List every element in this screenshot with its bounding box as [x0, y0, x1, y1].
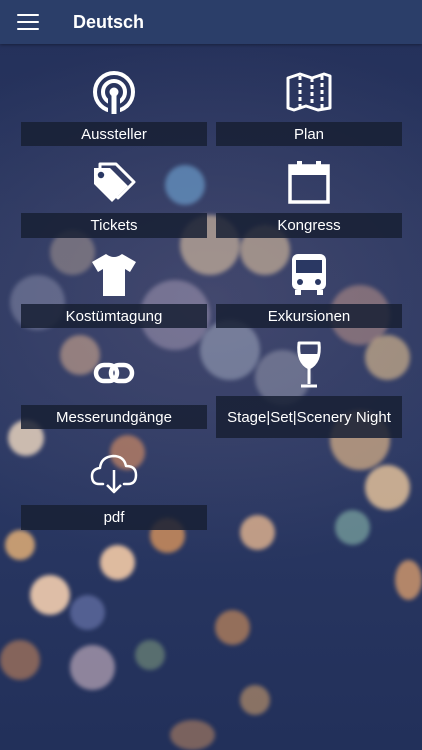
tile-label: Aussteller — [21, 122, 207, 146]
app-title: Deutsch — [73, 11, 145, 32]
broadcast-icon — [21, 70, 207, 114]
cloud-download-icon — [21, 452, 207, 496]
tile-exkursionen[interactable]: Exkursionen — [216, 250, 402, 328]
tile-label: Exkursionen — [216, 304, 402, 328]
tile-tickets[interactable]: Tickets — [21, 160, 207, 238]
tile-kostuemtagung[interactable]: Kostümtagung — [21, 250, 207, 328]
top-app-bar: Deutsch — [0, 0, 422, 44]
wine-glass-icon — [216, 340, 402, 390]
tile-pdf[interactable]: pdf — [21, 450, 207, 530]
tile-stage-set-scenery-night[interactable]: Stage|Set|Scenery Night — [216, 340, 402, 438]
tags-icon — [21, 160, 207, 206]
tshirt-icon — [21, 252, 207, 296]
map-icon — [216, 72, 402, 112]
tile-messerundgaenge[interactable]: Messerundgänge — [21, 340, 207, 430]
tile-label: Stage|Set|Scenery Night — [216, 396, 402, 438]
tile-aussteller[interactable]: Aussteller — [21, 70, 207, 146]
link-icon — [21, 360, 207, 386]
calendar-icon — [216, 160, 402, 206]
tile-label: Kostümtagung — [21, 304, 207, 328]
tile-label: Kongress — [216, 213, 402, 238]
hamburger-menu-icon[interactable] — [17, 14, 39, 30]
tile-label: pdf — [21, 505, 207, 530]
tile-kongress[interactable]: Kongress — [216, 160, 402, 238]
tile-label: Messerundgänge — [21, 405, 207, 429]
tile-plan[interactable]: Plan — [216, 70, 402, 146]
tile-label: Tickets — [21, 213, 207, 238]
tile-label: Plan — [216, 122, 402, 146]
bus-icon — [216, 252, 402, 296]
